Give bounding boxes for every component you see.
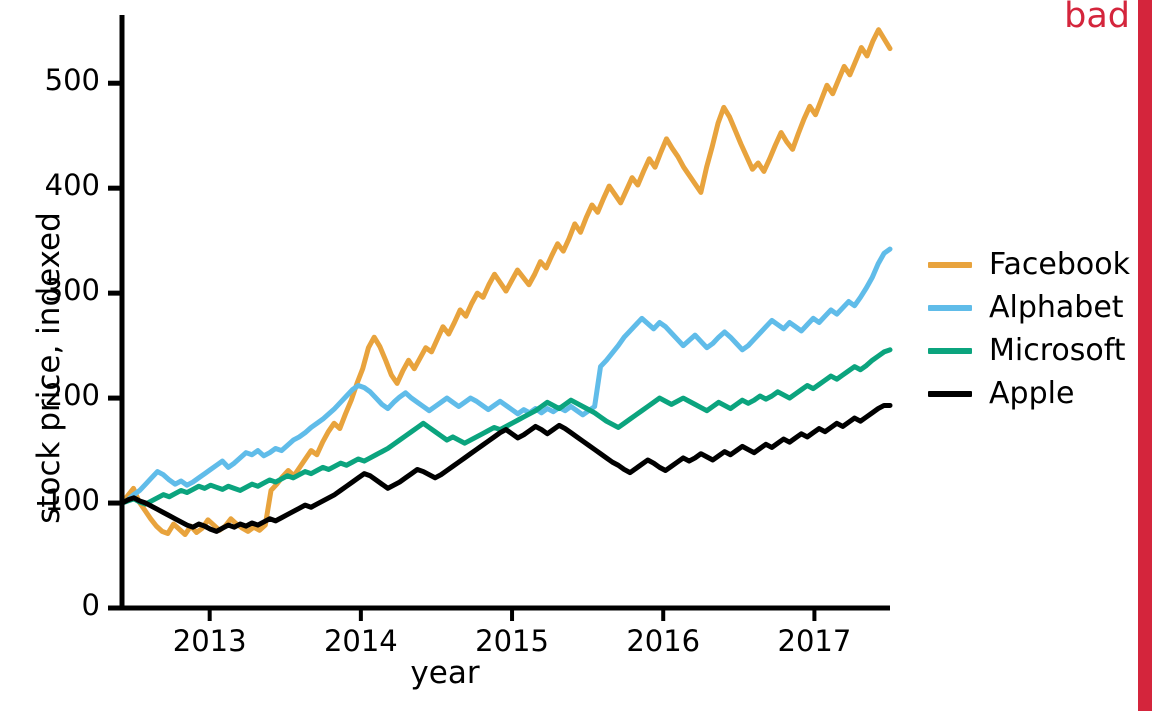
legend-item-apple: Apple [928,372,1130,415]
legend-item-alphabet: Alphabet [928,286,1130,329]
x-tick-label: 2016 [626,624,701,658]
x-tick-label: 2013 [172,624,247,658]
x-tick-label: 2015 [475,624,549,658]
legend-item-microsoft: Microsoft [928,329,1130,372]
bad-annotation-label: bad [1064,0,1130,36]
y-axis-title: stock price, indexed [31,212,67,524]
legend-label: Microsoft [989,333,1126,368]
x-axis-title: year [410,655,480,691]
legend-swatch-alphabet [928,304,972,311]
legend-swatch-microsoft [928,347,972,354]
x-tick-label: 2017 [777,624,852,658]
chart-legend: Facebook Alphabet Microsoft Apple [928,243,1130,415]
legend-label: Alphabet [989,290,1124,325]
legend-swatch-facebook [928,261,972,268]
legend-item-facebook: Facebook [928,243,1130,286]
bad-annotation-bar [1138,0,1152,711]
legend-swatch-apple [928,390,972,397]
legend-label: Apple [989,376,1075,411]
legend-label: Facebook [989,247,1130,282]
x-tick-label: 2014 [323,624,398,658]
stock-price-chart-figure: 0 100 200 300 400 500 2013 2014 2015 2016 2017 ye… [0,0,1152,711]
